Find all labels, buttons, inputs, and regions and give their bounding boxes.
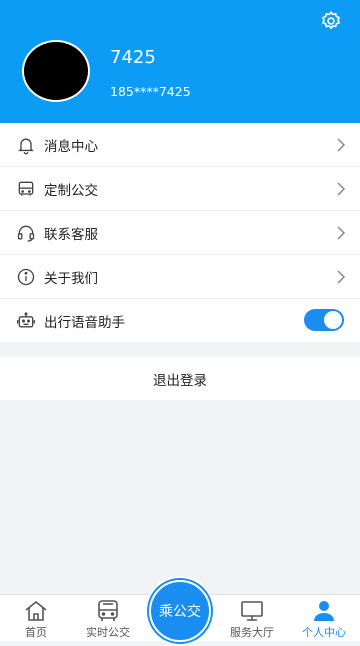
tab-label: 首页 (25, 626, 47, 639)
tab-service-hall[interactable]: 服务大厅 (216, 595, 288, 641)
toggle-knob (324, 311, 342, 329)
ride-bus-button[interactable]: 乘公交 (145, 576, 215, 646)
settings-menu: 消息中心 定制公交 联系客服 关于我们 出行语音助手 (0, 123, 360, 342)
user-icon (314, 601, 334, 621)
chevron-right-icon (337, 138, 346, 152)
robot-icon (17, 312, 35, 328)
bus-icon (18, 181, 34, 196)
menu-item-voice-assistant: 出行语音助手 (0, 299, 360, 342)
menu-label: 出行语音助手 (44, 314, 125, 331)
avatar[interactable] (22, 40, 90, 102)
ride-bus-label: 乘公交 (149, 580, 211, 642)
monitor-icon (241, 601, 263, 621)
tab-label: 实时公交 (86, 626, 130, 639)
bus-front-icon (98, 600, 118, 621)
info-icon (17, 268, 35, 286)
gear-icon[interactable] (320, 10, 342, 32)
menu-item-custom-bus[interactable]: 定制公交 (0, 167, 360, 211)
tab-label: 个人中心 (302, 626, 346, 639)
chevron-right-icon (337, 270, 346, 284)
menu-item-customer-service[interactable]: 联系客服 (0, 211, 360, 255)
menu-item-messages[interactable]: 消息中心 (0, 123, 360, 167)
chevron-right-icon (337, 182, 346, 196)
phone-number: 185****7425 (110, 84, 191, 99)
tab-label: 服务大厅 (230, 626, 274, 639)
profile-header: 7425 185****7425 (0, 0, 360, 123)
menu-label: 消息中心 (44, 138, 98, 155)
tab-personal-center[interactable]: 个人中心 (288, 595, 360, 641)
chevron-right-icon (337, 226, 346, 240)
tab-realtime-bus[interactable]: 实时公交 (72, 595, 144, 641)
headset-icon (17, 225, 35, 242)
logout-button[interactable]: 退出登录 (0, 357, 360, 400)
bell-icon (18, 138, 34, 155)
home-icon (25, 600, 47, 621)
username: 7425 (110, 47, 156, 68)
menu-label: 联系客服 (44, 226, 98, 243)
tab-home[interactable]: 首页 (0, 595, 72, 641)
menu-label: 关于我们 (44, 270, 98, 287)
menu-label: 定制公交 (44, 182, 98, 199)
menu-item-about[interactable]: 关于我们 (0, 255, 360, 299)
voice-assistant-toggle[interactable] (304, 309, 344, 331)
